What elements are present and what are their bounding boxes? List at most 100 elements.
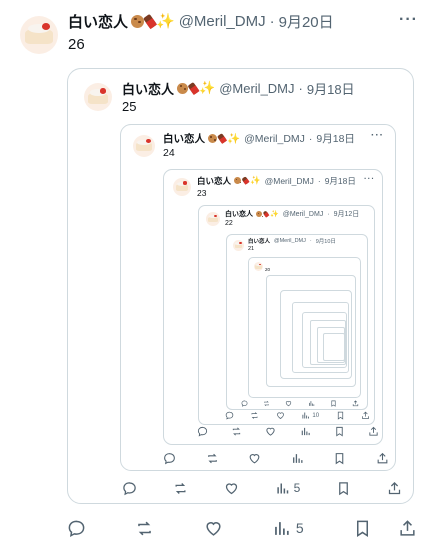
share-icon[interactable] xyxy=(368,426,379,437)
repost-icon[interactable] xyxy=(206,452,219,465)
views-icon[interactable] xyxy=(300,426,311,437)
handle: @Meril_DMJ xyxy=(274,238,306,244)
views-icon[interactable] xyxy=(291,452,304,465)
handle: @Meril_DMJ xyxy=(244,132,305,145)
views-icon xyxy=(274,521,289,535)
share-icon[interactable] xyxy=(387,481,402,496)
reply-icon[interactable] xyxy=(197,426,208,437)
main-post[interactable]: 白い恋人 ✨ @Meril_DMJ · 9月20日 ··· 26 白い恋人 ✨ … xyxy=(0,0,436,551)
post-header: 白い恋人 ✨ @Meril_DMJ · 9月18日 xyxy=(122,80,355,97)
repost-icon[interactable] xyxy=(173,481,188,496)
like-button[interactable] xyxy=(204,519,223,538)
sparkles-icon: ✨ xyxy=(199,80,216,95)
reply-icon[interactable] xyxy=(241,400,248,407)
share-icon[interactable] xyxy=(361,411,370,420)
avatar xyxy=(84,83,112,111)
post-date: 9月18日 xyxy=(306,81,355,97)
post-date: 9月18日 xyxy=(324,175,356,186)
avatar[interactable] xyxy=(20,16,58,54)
cookie-icon xyxy=(256,211,262,217)
avatar xyxy=(206,212,220,226)
post-text: 22 xyxy=(225,220,233,227)
sparkles-icon: ✨ xyxy=(250,175,261,185)
repost-icon[interactable] xyxy=(231,426,242,437)
post-text: 20 xyxy=(265,267,271,272)
avatar xyxy=(173,178,191,196)
like-icon[interactable] xyxy=(224,481,239,496)
display-name: 白い恋人 xyxy=(163,133,205,145)
display-name: 白い恋人 xyxy=(197,175,232,186)
quoted-post[interactable]: 白い恋人 ✨ @Meril_DMJ · 9月18日 ··· 23 白い恋人 ✨ … xyxy=(163,169,383,445)
share-button[interactable] xyxy=(398,519,417,538)
avatar xyxy=(133,135,155,157)
views-icon xyxy=(302,412,310,419)
like-icon[interactable] xyxy=(265,426,276,437)
bookmark-icon[interactable] xyxy=(336,481,351,496)
more-icon[interactable]: ··· xyxy=(364,174,375,183)
action-bar: 5 xyxy=(67,517,417,539)
bookmark-icon[interactable] xyxy=(333,452,346,465)
repost-icon[interactable] xyxy=(250,411,259,420)
views-button[interactable]: 10 xyxy=(301,411,319,420)
cookie-icon xyxy=(177,82,189,94)
quoted-post[interactable]: 白い恋人 ✨ @Meril_DMJ · 9月18日 ··· 24 白い恋人 ✨ … xyxy=(120,124,396,471)
views-button[interactable]: 5 xyxy=(272,519,304,538)
chocolate-icon xyxy=(216,133,228,144)
bookmark-icon[interactable] xyxy=(336,411,345,420)
handle: @Meril_DMJ xyxy=(282,210,324,218)
post-date: 9月18日 xyxy=(316,133,355,145)
views-count: 5 xyxy=(295,520,304,536)
reply-icon[interactable] xyxy=(122,481,137,496)
post-date: 9月10日 xyxy=(315,239,336,245)
share-icon[interactable] xyxy=(352,399,359,407)
nested-quote-frame xyxy=(310,320,346,365)
reply-icon[interactable] xyxy=(163,452,176,465)
repost-button[interactable] xyxy=(135,519,154,538)
post-header: 白い恋人 @Meril_DMJ · 9月10日 xyxy=(248,238,336,245)
like-icon[interactable] xyxy=(285,400,292,407)
post-header: 白い恋人 ✨ @Meril_DMJ · 9月12日 xyxy=(225,210,360,218)
like-icon[interactable] xyxy=(276,411,285,420)
post-text: 24 xyxy=(163,147,175,159)
more-icon[interactable]: ··· xyxy=(371,130,384,141)
display-name: 白い恋人 xyxy=(225,211,253,218)
post-header: 白い恋人 ✨ @Meril_DMJ · 9月18日 xyxy=(197,175,356,186)
chocolate-icon xyxy=(143,13,158,29)
handle[interactable]: @Meril_DMJ xyxy=(179,13,266,30)
post-text: 26 xyxy=(68,36,85,53)
views-count: 5 xyxy=(293,481,301,495)
display-name[interactable]: 白い恋人 xyxy=(68,11,128,32)
views-icon[interactable] xyxy=(308,400,315,407)
repost-icon[interactable] xyxy=(263,400,270,407)
like-icon xyxy=(206,521,221,536)
reply-icon[interactable] xyxy=(225,411,234,420)
quoted-post[interactable]: 20 xyxy=(248,257,361,398)
cookie-icon xyxy=(234,177,242,184)
bookmark-icon[interactable] xyxy=(330,400,337,407)
action-bar xyxy=(197,425,379,438)
nested-quote-frame xyxy=(292,302,349,373)
reply-icon xyxy=(68,520,85,537)
nested-quote-frame xyxy=(323,333,344,361)
bookmark-icon[interactable] xyxy=(334,426,345,437)
post-header: 白い恋人 ✨ @Meril_DMJ · 9月18日 xyxy=(163,132,355,146)
sparkles-icon: ✨ xyxy=(156,13,175,30)
like-icon[interactable] xyxy=(248,452,261,465)
nested-quote-frame xyxy=(302,312,347,368)
views-count: 10 xyxy=(312,412,320,419)
share-icon[interactable] xyxy=(376,452,389,465)
more-icon[interactable]: ··· xyxy=(399,11,418,29)
quoted-post[interactable]: 白い恋人 ✨ @Meril_DMJ · 9月12日 22 白い恋人 @Meril… xyxy=(198,205,375,425)
reply-button[interactable] xyxy=(67,519,86,538)
avatar xyxy=(254,262,263,271)
bookmark-button[interactable] xyxy=(353,519,372,538)
post-date[interactable]: 9月20日 xyxy=(279,11,334,32)
quoted-post[interactable]: 白い恋人 @Meril_DMJ · 9月10日 21 20 xyxy=(226,234,368,410)
quoted-post[interactable]: 白い恋人 ✨ @Meril_DMJ · 9月18日 25 白い恋人 ✨ @Mer… xyxy=(67,68,414,504)
action-bar: 10 xyxy=(225,410,370,421)
sparkles-icon: ✨ xyxy=(270,211,279,218)
post-date: 9月12日 xyxy=(333,211,360,218)
post-text: 25 xyxy=(122,99,137,114)
cookie-icon xyxy=(208,134,217,143)
views-button[interactable]: 5 xyxy=(275,481,301,496)
